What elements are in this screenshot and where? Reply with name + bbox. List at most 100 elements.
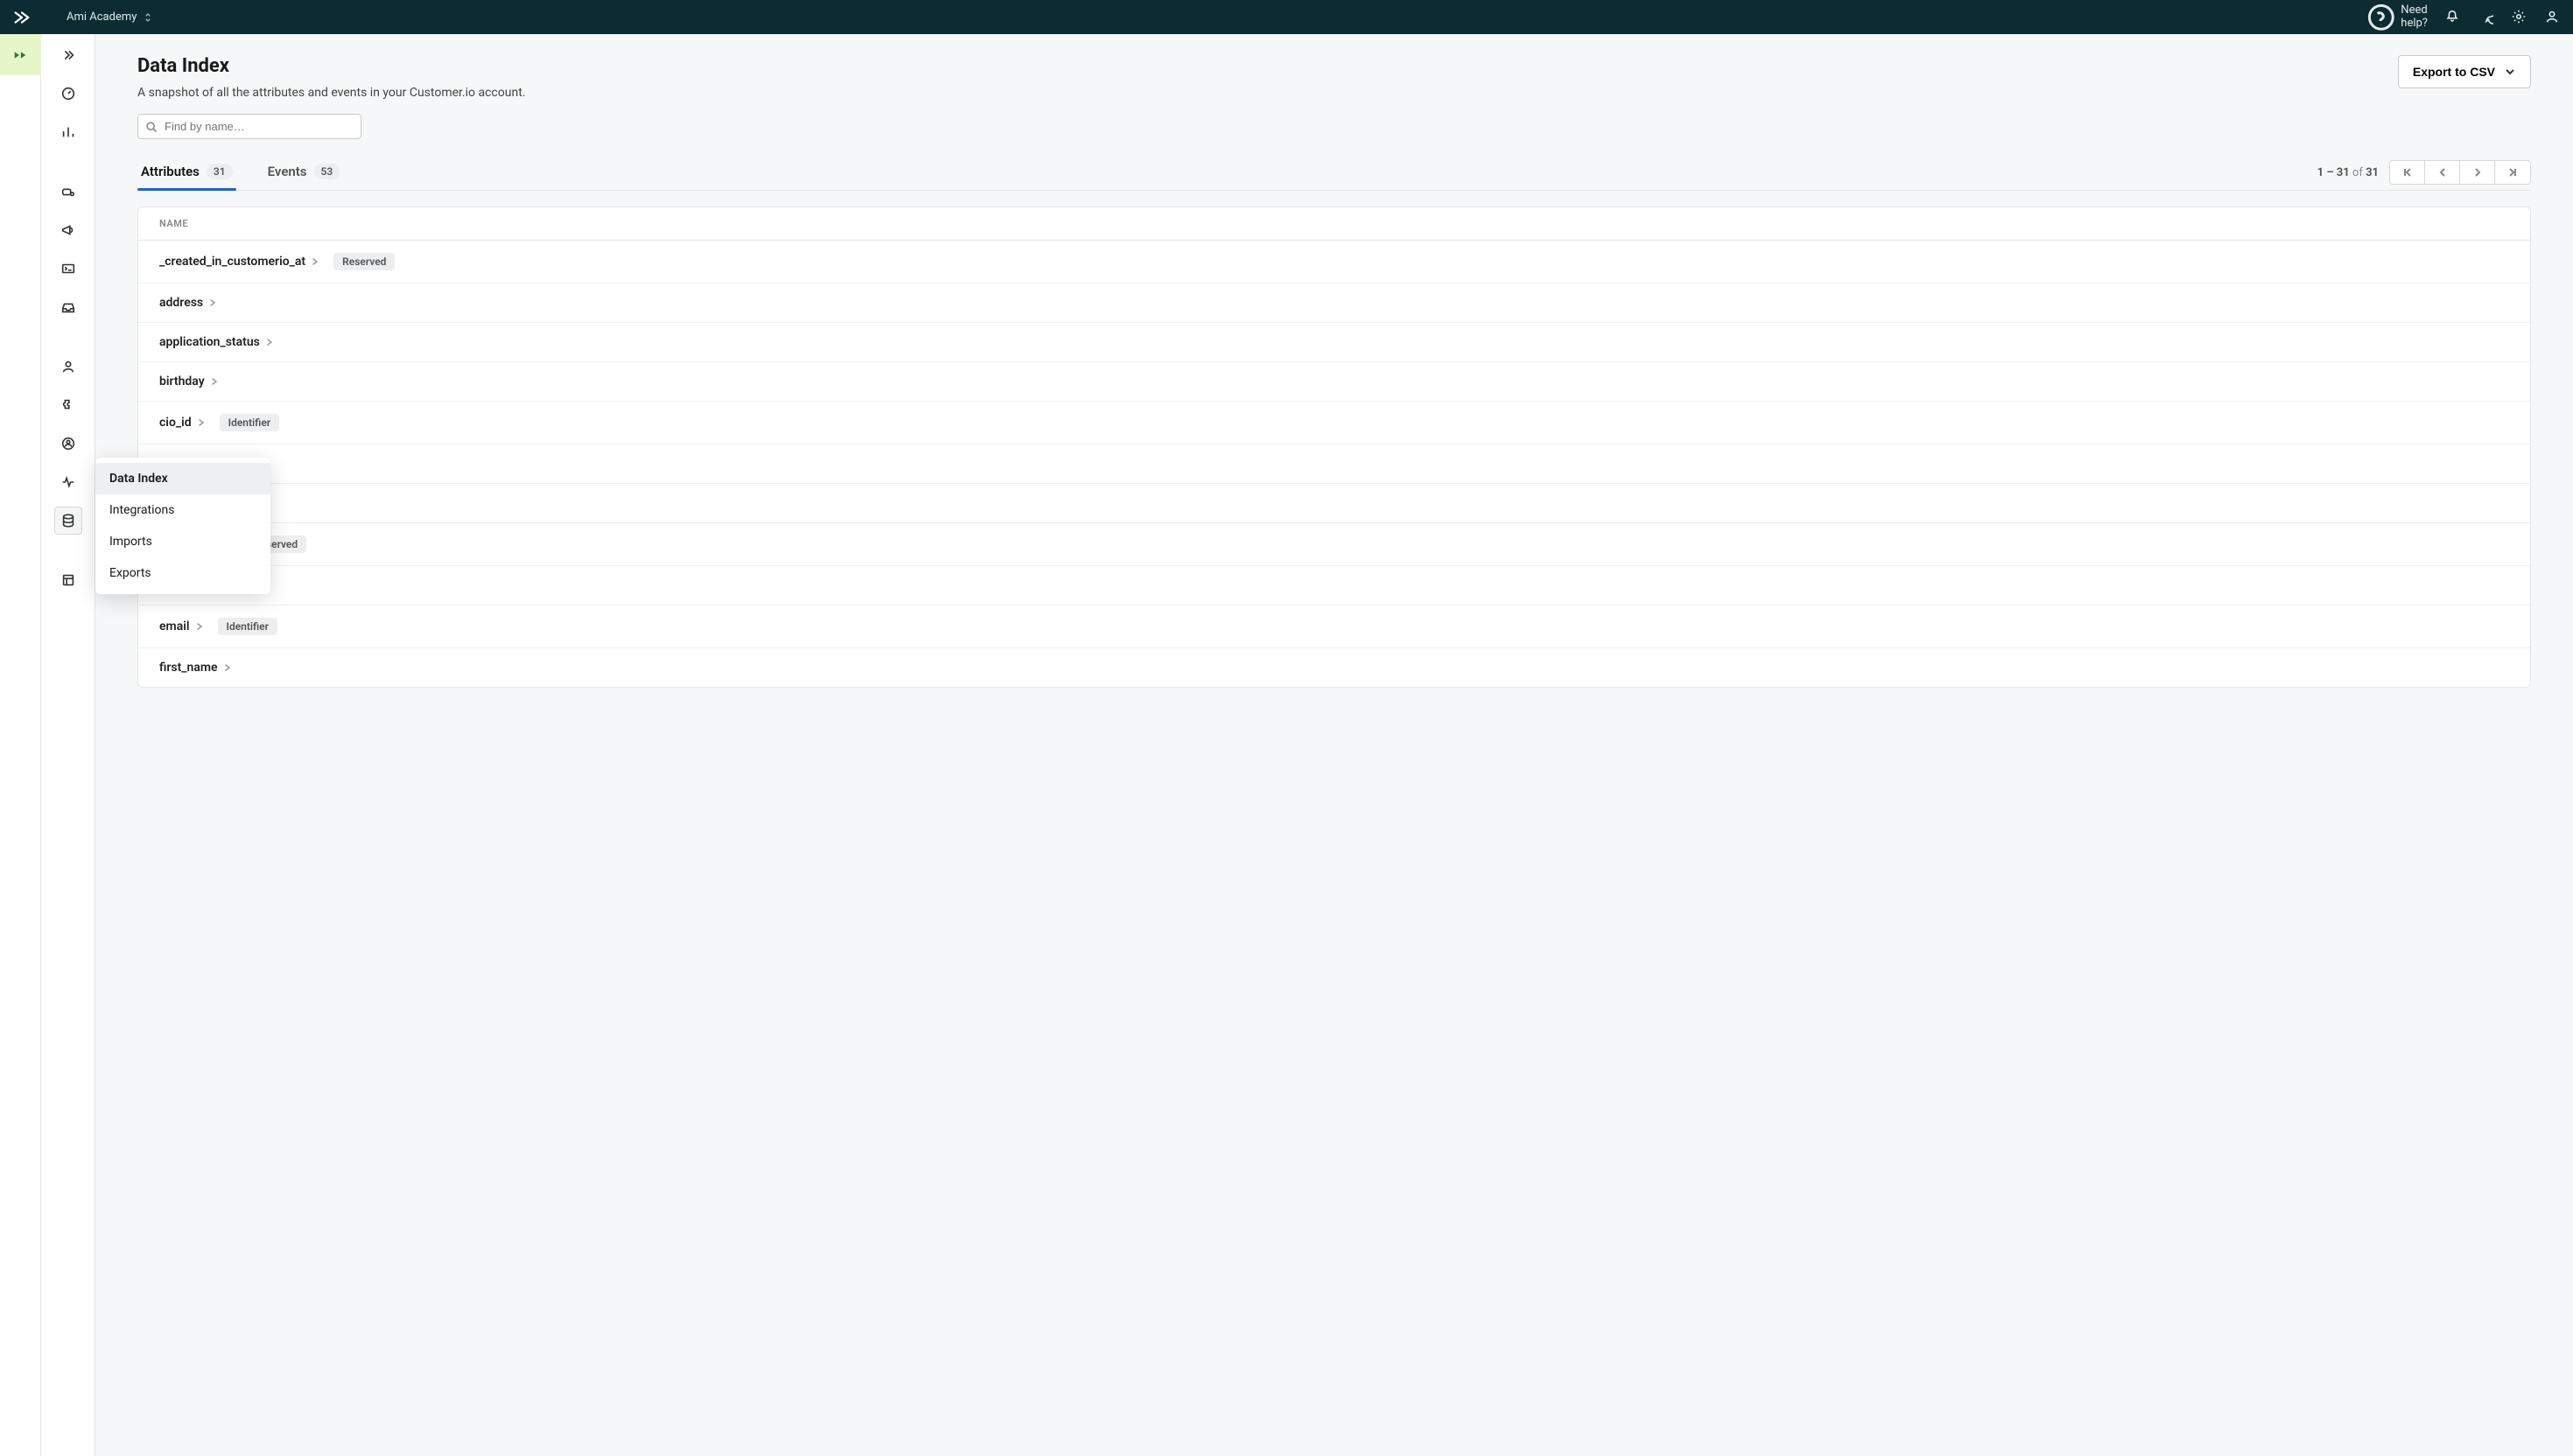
page-first-button[interactable]	[2390, 161, 2425, 184]
data-submenu: Data Index Integrations Imports Exports	[95, 458, 270, 594]
help-link[interactable]: Need help?	[2366, 3, 2428, 32]
user-circle-icon	[60, 436, 76, 452]
attributes-table: NAME _created_in_customerio_at Reserved ad…	[137, 206, 2531, 688]
nav-activity[interactable]	[54, 430, 82, 458]
chevron-right-icon	[195, 622, 204, 631]
attribute-badge: Identifier	[218, 618, 277, 635]
tab-label: Attributes	[141, 164, 200, 179]
attribute-name: address	[159, 296, 217, 310]
person-icon	[60, 359, 76, 374]
attribute-name: _created_in_customerio_at	[159, 255, 319, 269]
chevron-down-icon	[2504, 66, 2516, 78]
submenu-data-index[interactable]: Data Index	[95, 463, 270, 494]
terminal-icon	[60, 261, 76, 276]
nav-analytics[interactable]	[54, 118, 82, 146]
workspace-logo-icon[interactable]	[0, 34, 41, 75]
attribute-name: application_status	[159, 335, 274, 349]
search-input[interactable]	[137, 114, 361, 139]
table-row[interactable]: _created_in_customerio_at Reserved	[138, 241, 2530, 284]
tab-count: 31	[207, 164, 233, 179]
gauge-icon	[60, 86, 76, 102]
attribute-name: email	[159, 620, 204, 634]
expand-nav-button[interactable]	[54, 41, 82, 69]
inbox-icon	[60, 299, 76, 315]
account-button[interactable]	[2543, 8, 2561, 25]
export-csv-button[interactable]: Export to CSV	[2398, 55, 2531, 88]
messages-button[interactable]	[2477, 8, 2494, 25]
chevron-right-icon	[265, 338, 274, 346]
updown-chevron-icon	[144, 13, 152, 22]
nav-broadcasts[interactable]	[54, 216, 82, 244]
chevron-left-icon	[2437, 167, 2448, 178]
table-row[interactable]: created_atReserved	[138, 523, 2530, 566]
tab-count: 53	[314, 164, 340, 179]
page-title: Data Index	[137, 55, 525, 77]
submenu-integrations[interactable]: Integrations	[95, 494, 270, 526]
chevron-right-icon	[208, 298, 217, 307]
attribute-name: cio_id	[159, 416, 206, 430]
table-row[interactable]: city	[138, 444, 2530, 484]
table-row[interactable]: cio_idIdentifier	[138, 402, 2530, 444]
nav-journeys[interactable]	[54, 178, 82, 206]
bar-chart-icon	[60, 124, 76, 140]
nav-health[interactable]	[54, 468, 82, 496]
table-row[interactable]: application_status	[138, 323, 2530, 362]
table-row[interactable]: email Identifier	[138, 606, 2530, 648]
chevron-right-icon	[197, 418, 206, 427]
table-row[interactable]: first_name	[138, 648, 2530, 687]
settings-button[interactable]	[2510, 8, 2527, 25]
nav-segments[interactable]	[54, 391, 82, 419]
of-label: of	[2352, 166, 2363, 179]
export-label: Export to CSV	[2413, 65, 2495, 79]
page-range: 1 – 31	[2317, 166, 2350, 179]
gear-icon	[2511, 9, 2527, 24]
nav-content[interactable]	[54, 566, 82, 594]
table-row[interactable]: address	[138, 284, 2530, 323]
chevron-right-icon	[210, 377, 219, 386]
nav-dashboard[interactable]	[54, 80, 82, 108]
table-row[interactable]: company	[138, 484, 2530, 523]
page-last-button[interactable]	[2495, 161, 2530, 184]
chat-icon	[2478, 9, 2493, 24]
nav-rail	[41, 34, 95, 1456]
database-icon	[60, 513, 76, 528]
help-label: Need help?	[2401, 4, 2428, 30]
bell-icon	[2444, 9, 2460, 24]
tabs: Attributes 31 Events 53 1 – 31 of 31	[137, 155, 2531, 191]
nav-people[interactable]	[54, 353, 82, 381]
nav-deliveries[interactable]	[54, 293, 82, 321]
attribute-badge: Reserved	[333, 253, 395, 270]
workspace-rail	[0, 34, 41, 1456]
submenu-exports[interactable]: Exports	[95, 557, 270, 589]
user-icon	[2544, 9, 2560, 24]
first-icon	[2402, 167, 2413, 178]
help-icon	[2366, 3, 2396, 32]
activity-icon	[60, 474, 76, 490]
table-row[interactable]: birthday	[138, 362, 2530, 402]
submenu-imports[interactable]: Imports	[95, 526, 270, 557]
chevron-right-icon	[311, 257, 319, 266]
tab-label: Events	[268, 164, 307, 179]
brand-logo-icon	[12, 8, 32, 27]
search-icon	[144, 120, 158, 134]
layout-icon	[60, 572, 76, 588]
nav-data[interactable]	[54, 507, 82, 535]
tab-events[interactable]: Events 53	[264, 155, 344, 190]
notifications-button[interactable]	[2443, 8, 2461, 25]
org-switcher[interactable]: Ami Academy	[67, 10, 152, 24]
page-prev-button[interactable]	[2425, 161, 2460, 184]
page-next-button[interactable]	[2460, 161, 2495, 184]
attribute-name: birthday	[159, 374, 219, 388]
pagination: 1 – 31 of 31	[2317, 160, 2531, 185]
last-icon	[2507, 167, 2518, 178]
chevron-right-icon	[223, 663, 232, 672]
table-header-name: NAME	[138, 207, 2530, 241]
nav-transactional[interactable]	[54, 255, 82, 283]
table-row[interactable]: crm_id	[138, 566, 2530, 606]
topbar: Ami Academy Need help?	[0, 0, 2573, 34]
page-total: 31	[2366, 166, 2379, 179]
chevrons-right-icon	[60, 47, 76, 63]
tab-attributes[interactable]: Attributes 31	[137, 155, 236, 190]
puzzle-icon	[60, 397, 76, 413]
attribute-name: first_name	[159, 661, 232, 675]
